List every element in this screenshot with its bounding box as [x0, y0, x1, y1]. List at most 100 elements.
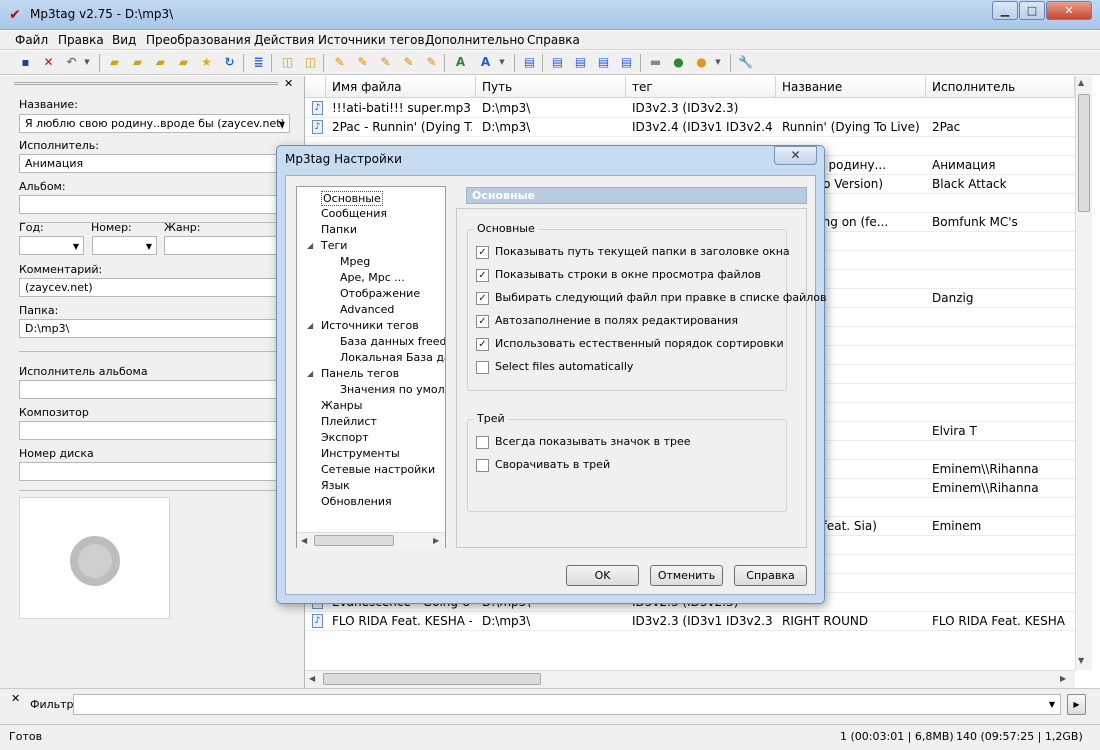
- refresh-icon[interactable]: ↻: [221, 54, 238, 71]
- tree-item[interactable]: Панель тегов: [321, 367, 399, 380]
- tools-icon[interactable]: ●: [693, 54, 710, 71]
- scroll-left-icon[interactable]: ◀: [301, 536, 307, 545]
- album-artist-field[interactable]: [19, 380, 290, 399]
- auto-numbering-icon[interactable]: A: [452, 54, 469, 71]
- option-checkbox[interactable]: ✓: [476, 338, 489, 351]
- minimize-button[interactable]: ▁: [992, 1, 1018, 20]
- dialog-close-button[interactable]: ✕: [774, 146, 817, 165]
- export-icon[interactable]: ▤: [549, 54, 566, 71]
- album-field[interactable]: [19, 195, 290, 214]
- tree-item[interactable]: Плейлист: [321, 415, 377, 428]
- menu-edit[interactable]: Правка: [58, 33, 104, 47]
- menu-convert[interactable]: Преобразования: [146, 33, 251, 47]
- option-checkbox[interactable]: ✓: [476, 292, 489, 305]
- scroll-left-icon[interactable]: ◀: [309, 674, 315, 683]
- chevron-down-icon[interactable]: ▼: [1049, 700, 1055, 709]
- tree-item[interactable]: Отображение: [340, 287, 420, 300]
- menu-extra[interactable]: Дополнительно: [425, 33, 525, 47]
- option-checkbox[interactable]: [476, 361, 489, 374]
- text-tag-icon[interactable]: ✎: [400, 54, 417, 71]
- track-field[interactable]: ▼: [92, 236, 157, 255]
- vertical-scrollbar[interactable]: ▲ ▼: [1075, 76, 1092, 670]
- tag-tag-icon[interactable]: ✎: [423, 54, 440, 71]
- tree-item[interactable]: Экспорт: [321, 431, 369, 444]
- option-label[interactable]: Сворачивать в трей: [495, 458, 610, 471]
- column-header-filename[interactable]: Имя файла: [326, 76, 476, 98]
- option-checkbox[interactable]: [476, 459, 489, 472]
- expand-arrow-icon[interactable]: ◢: [307, 369, 313, 378]
- chevron-down-icon[interactable]: ▼: [279, 120, 285, 129]
- tree-item[interactable]: Локальная База данных: [340, 351, 445, 364]
- filename-tag-icon[interactable]: ✎: [354, 54, 371, 71]
- numbering-icon[interactable]: ▤: [618, 54, 635, 71]
- tree-item[interactable]: Теги: [321, 239, 347, 252]
- menu-view[interactable]: Вид: [112, 33, 136, 47]
- print-icon[interactable]: ▬: [647, 54, 664, 71]
- menu-tag-sources[interactable]: Источники тегов: [318, 33, 425, 47]
- tree-item[interactable]: Advanced: [340, 303, 394, 316]
- change-folder-icon[interactable]: ▰: [106, 54, 123, 71]
- scroll-down-icon[interactable]: ▼: [1078, 656, 1084, 665]
- tree-item[interactable]: База данных freedb: [340, 335, 445, 348]
- tree-horizontal-scrollbar[interactable]: ◀ ▶: [297, 532, 445, 548]
- star-icon[interactable]: ★: [198, 54, 215, 71]
- option-checkbox[interactable]: ✓: [476, 315, 489, 328]
- table-row[interactable]: ♪ !!!ati-bati!!! super.mp3 D:\mp3\ ID3v2.3 …: [305, 99, 1075, 118]
- cover-art[interactable]: [19, 497, 170, 619]
- copy-tag-icon[interactable]: ◫: [279, 54, 296, 71]
- help-button[interactable]: Справка: [734, 565, 807, 586]
- maximize-button[interactable]: □: [1019, 1, 1045, 20]
- scroll-right-icon[interactable]: ▶: [1060, 674, 1066, 683]
- horizontal-scrollbar[interactable]: ◀ ▶: [305, 670, 1075, 688]
- tree-item[interactable]: Обновления: [321, 495, 392, 508]
- chevron-down-icon[interactable]: ▼: [146, 242, 152, 251]
- table-row[interactable]: ♪ FLO RIDA Feat. KESHA -... D:\mp3\ ID3v2.3…: [305, 612, 1075, 631]
- scroll-up-icon[interactable]: ▲: [1078, 78, 1084, 87]
- comment-field[interactable]: (zaycev.net): [19, 278, 290, 297]
- tree-item[interactable]: Язык: [321, 479, 350, 492]
- favorite-folder-icon[interactable]: ▰: [152, 54, 169, 71]
- option-label[interactable]: Показывать строки в окне просмотра файло…: [495, 268, 761, 281]
- folder-icon[interactable]: ▰: [175, 54, 192, 71]
- menu-help[interactable]: Справка: [527, 33, 580, 47]
- tag-filename-icon[interactable]: ✎: [331, 54, 348, 71]
- scrollbar-thumb[interactable]: [1078, 94, 1090, 212]
- column-header-path[interactable]: Путь: [476, 76, 626, 98]
- undo-dropdown-icon[interactable]: ▼: [82, 54, 92, 71]
- tag-panel-icon[interactable]: ≣: [250, 54, 267, 71]
- report-icon[interactable]: ▤: [595, 54, 612, 71]
- tree-item[interactable]: Mpeg: [340, 255, 370, 268]
- column-header-title[interactable]: Название: [776, 76, 926, 98]
- close-window-button[interactable]: ✕: [1046, 1, 1092, 20]
- menu-file[interactable]: Файл: [15, 33, 48, 47]
- tree-item[interactable]: Жанры: [321, 399, 362, 412]
- disc-field[interactable]: [19, 462, 290, 481]
- ok-button[interactable]: OK: [566, 565, 639, 586]
- year-field[interactable]: ▼: [19, 236, 84, 255]
- tree-item[interactable]: Папки: [321, 223, 357, 236]
- tree-item[interactable]: Сообщения: [321, 207, 387, 220]
- close-panel-icon[interactable]: ✕: [284, 77, 293, 90]
- wrench-icon[interactable]: 🔧: [737, 54, 754, 71]
- menu-actions[interactable]: Действия: [254, 33, 314, 47]
- save-icon[interactable]: ▪: [17, 54, 34, 71]
- scrollbar-thumb[interactable]: [323, 673, 541, 685]
- filter-input[interactable]: ▼: [73, 694, 1061, 715]
- genre-field[interactable]: [164, 236, 290, 255]
- option-label[interactable]: Select files automatically: [495, 360, 633, 373]
- tree-item[interactable]: Сетевые настройки: [321, 463, 435, 476]
- column-header-icon[interactable]: [305, 76, 326, 98]
- tree-item[interactable]: Источники тегов: [321, 319, 419, 332]
- option-label[interactable]: Всегда показывать значок в трее: [495, 435, 691, 448]
- artist-field[interactable]: Анимация: [19, 154, 290, 173]
- filename-filename-icon[interactable]: ✎: [377, 54, 394, 71]
- remove-tag-icon[interactable]: ✕: [40, 54, 57, 71]
- option-label[interactable]: Автозаполнение в полях редактирования: [495, 314, 738, 327]
- tree-item[interactable]: Инструменты: [321, 447, 400, 460]
- edit-icon[interactable]: ▤: [521, 54, 538, 71]
- add-folder-icon[interactable]: ▰: [129, 54, 146, 71]
- cancel-button[interactable]: Отменить: [650, 565, 723, 586]
- tree-item[interactable]: Основные: [321, 191, 383, 206]
- web-sources-icon[interactable]: ●: [670, 54, 687, 71]
- tools-dropdown-icon[interactable]: ▼: [713, 54, 723, 71]
